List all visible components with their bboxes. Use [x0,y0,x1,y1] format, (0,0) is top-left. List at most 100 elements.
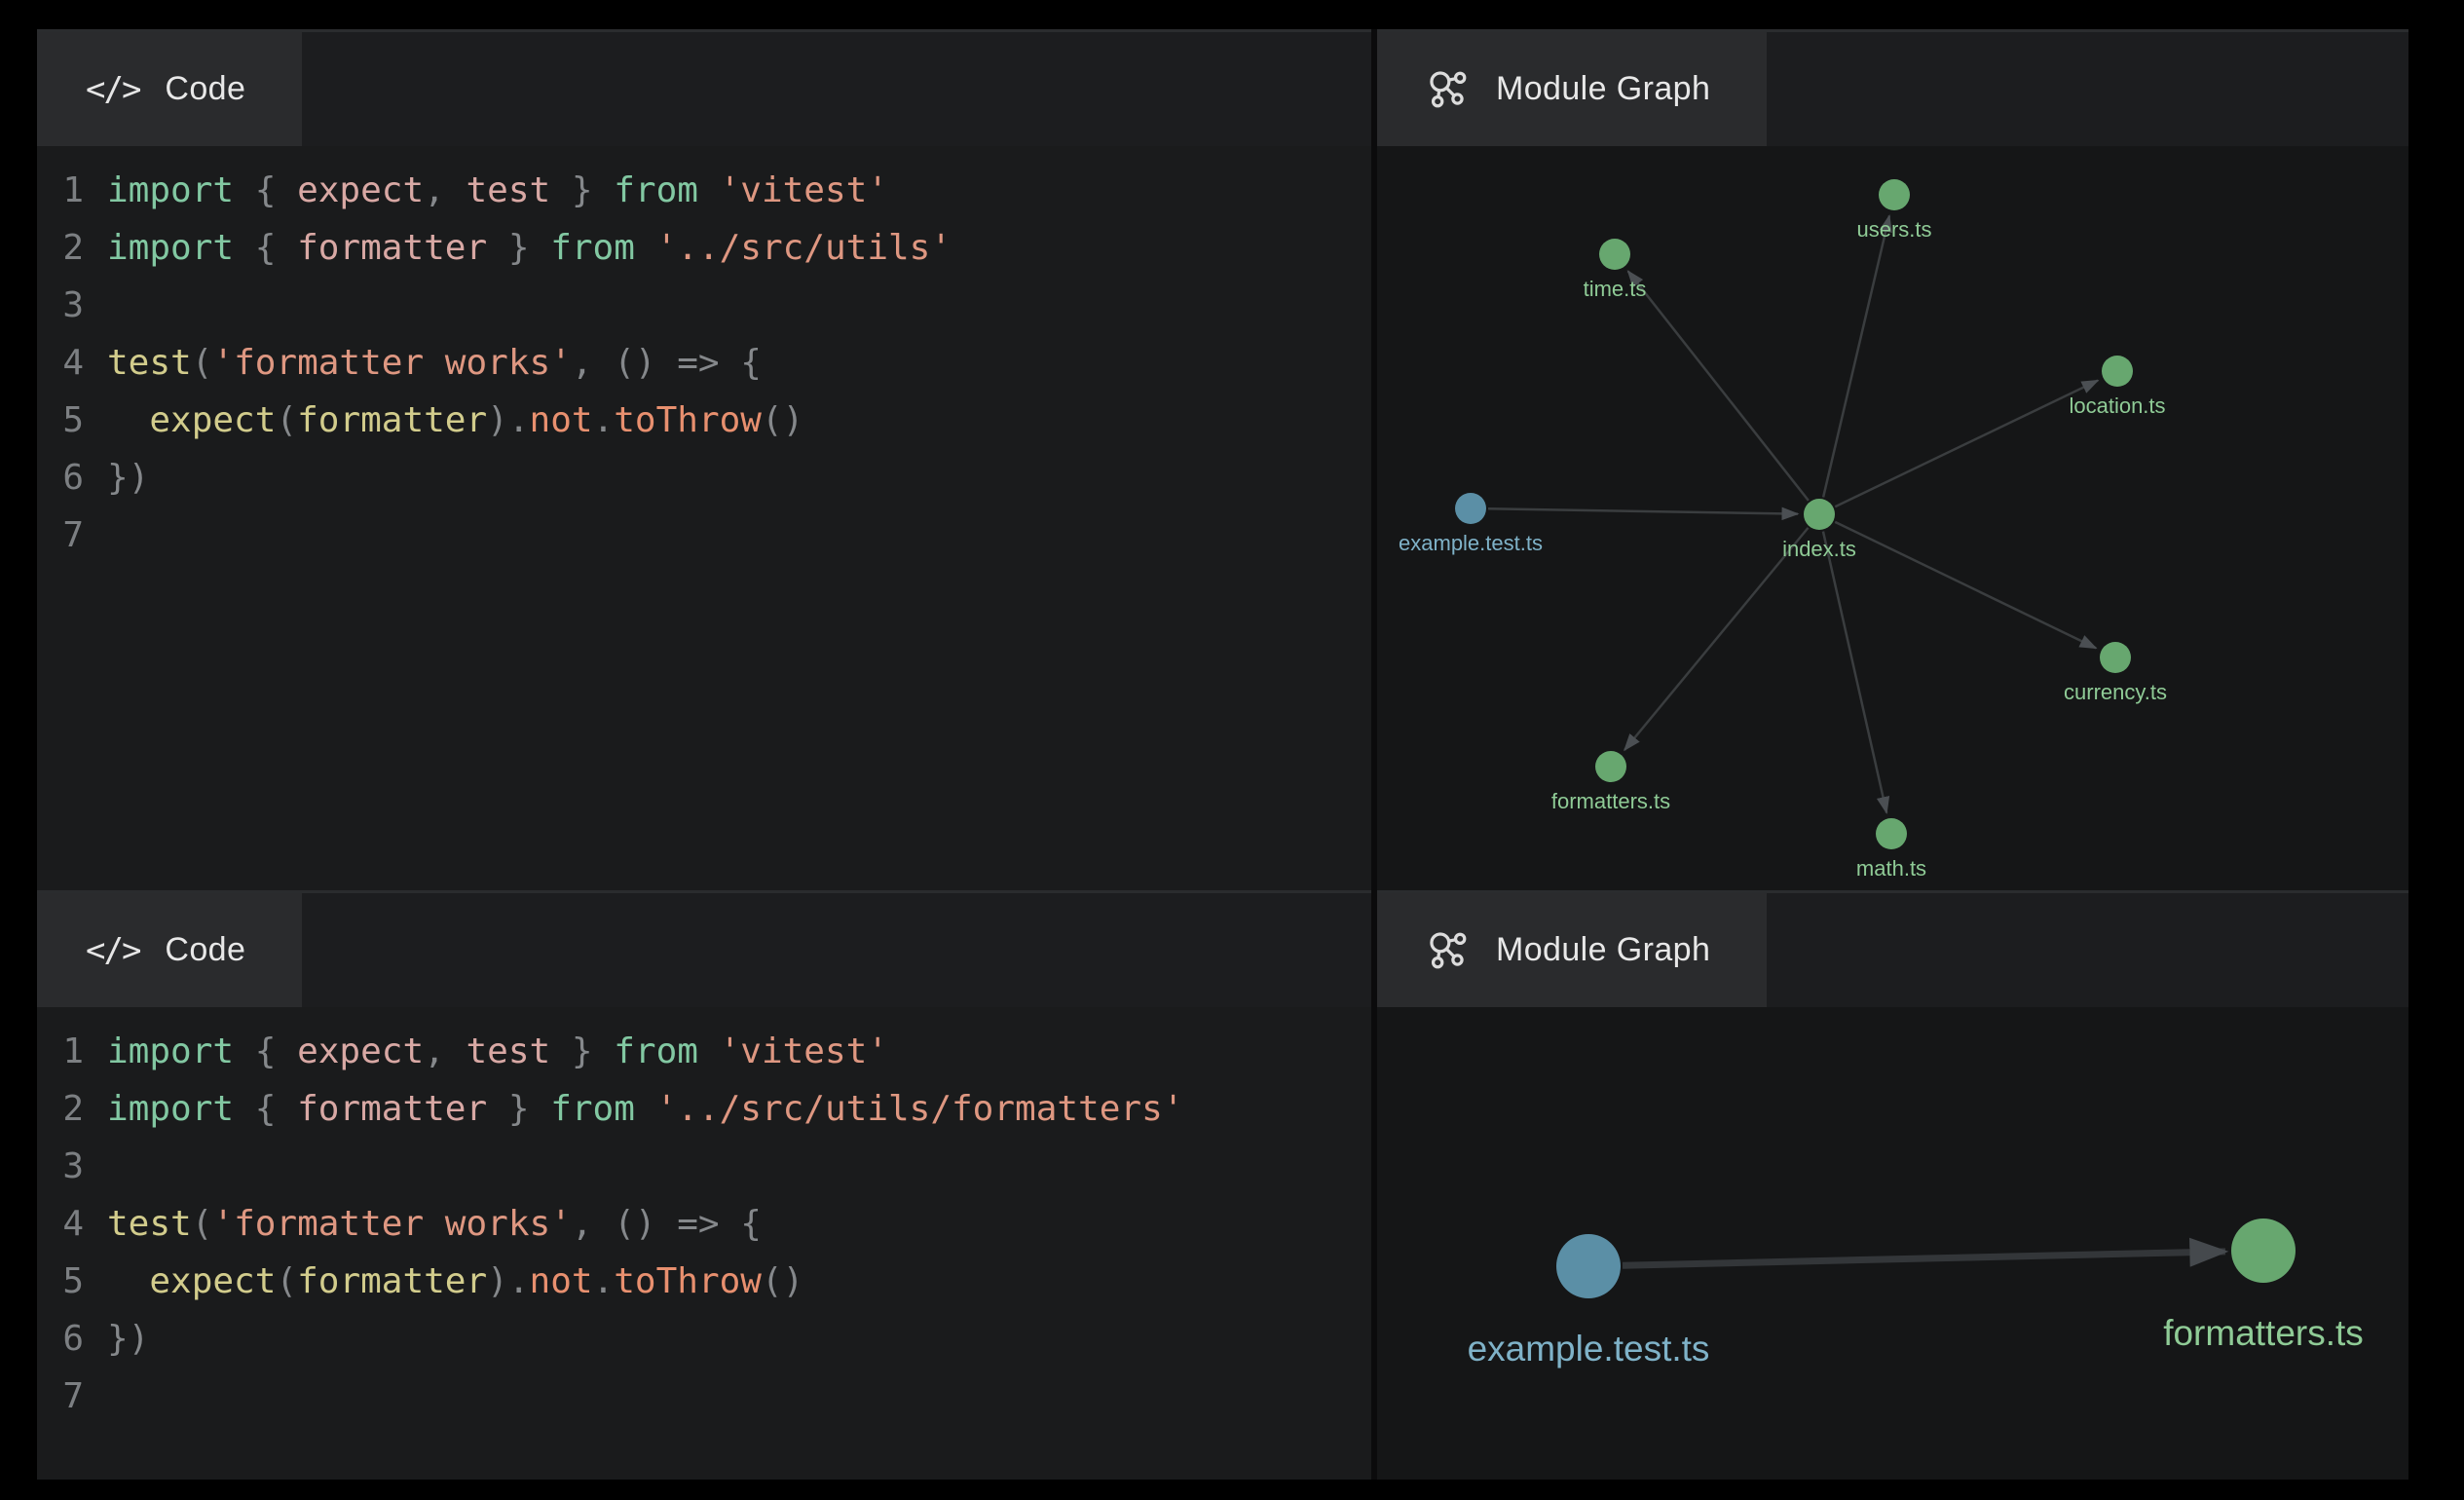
module-graph-icon [1426,928,1471,973]
code-token: test [107,1195,192,1253]
code-line: 6}) [37,1310,1371,1368]
code-token: toThrow [614,1253,762,1310]
code-token: import [107,162,234,219]
top-row: </> Code 1import { expect, test } from '… [37,29,2408,890]
code-token: }) [107,1310,149,1368]
code-line: 6}) [37,449,1371,506]
line-number: 1 [37,1023,84,1080]
code-line: 2import { formatter } from '../src/utils… [37,1080,1371,1138]
code-token: expect [149,392,276,449]
code-token: from [550,219,635,277]
code-token [107,1253,149,1310]
graph-node-location.ts[interactable] [2102,356,2133,387]
code-token: 'formatter works' [212,1195,571,1253]
tab-code-top[interactable]: </> Code [37,32,302,146]
code-token: toThrow [614,392,762,449]
graph-edge-index.ts-to-math.ts [1823,532,1886,813]
tab-module-graph-top[interactable]: Module Graph [1377,32,1767,146]
graph-edge-index.ts-to-formatters.ts [1624,528,1809,750]
tab-label-code: Code [165,70,245,108]
code-token: } [550,1023,614,1080]
graph-edge-index.ts-to-time.ts [1628,271,1809,501]
graph-node-formatters.ts[interactable] [2231,1219,2296,1283]
module-graph-canvas-top[interactable]: example.test.tsindex.tsusers.tstime.tslo… [1377,146,2408,890]
line-number: 1 [37,162,84,219]
bottom-row: </> Code 1import { expect, test } from '… [37,890,2408,1480]
code-tab-bar-top: </> Code [37,29,1371,146]
code-line: 7 [37,506,1371,564]
code-token: , [424,1023,466,1080]
code-line: 2import { formatter } from '../src/utils… [37,219,1371,277]
line-number: 4 [37,334,84,392]
code-token: () [762,392,803,449]
code-token: test [466,1023,550,1080]
code-token: formatter [297,392,487,449]
code-token: formatter [297,219,487,277]
code-token: from [614,162,698,219]
code-icon: </> [86,931,139,970]
line-number: 5 [37,392,84,449]
code-panel-bottom: </> Code 1import { expect, test } from '… [37,890,1371,1480]
graph-node-index.ts[interactable] [1804,499,1835,530]
module-graph-canvas-bottom[interactable]: example.test.ts formatters.ts [1377,1007,2408,1480]
code-token: ). [487,1253,529,1310]
graph-edge-example.test.ts-to-formatters.ts [1623,1252,2225,1265]
graph-edge-example.test.ts-to-index.ts [1488,508,1798,513]
graph-node-formatters.ts[interactable] [1595,751,1626,782]
code-token: '../src/utils' [656,219,952,277]
code-line: 5 expect(formatter).not.toThrow() [37,392,1371,449]
code-token: ( [192,334,213,392]
line-number: 4 [37,1195,84,1253]
code-token: } [550,162,614,219]
graph-node-label-formatters.ts: formatters.ts [2163,1313,2364,1353]
code-token [635,219,656,277]
code-token: { [234,219,297,277]
code-token: { [234,162,297,219]
tab-label-module-graph: Module Graph [1496,70,1710,108]
code-token: } [487,219,550,277]
code-editor-top[interactable]: 1import { expect, test } from 'vitest'2i… [37,146,1371,890]
line-number: 3 [37,1138,84,1195]
code-token: expect [297,1023,424,1080]
line-number: 2 [37,1080,84,1138]
graph-node-example.test.ts[interactable] [1455,493,1486,524]
code-token: expect [149,1253,276,1310]
code-editor-bottom[interactable]: 1import { expect, test } from 'vitest'2i… [37,1007,1371,1480]
code-token: 'vitest' [720,162,888,219]
code-token: }) [107,449,149,506]
code-token: ( [276,392,297,449]
code-token: expect [297,162,424,219]
graph-node-example.test.ts[interactable] [1556,1234,1621,1298]
code-token: 'formatter works' [212,334,571,392]
code-token: . [593,1253,615,1310]
graph-node-label-currency.ts: currency.ts [2064,680,2167,704]
graph-tab-bar-top: Module Graph [1377,29,2408,146]
code-token: , () => { [572,334,762,392]
graph-node-time.ts[interactable] [1599,239,1630,270]
graph-node-label-users.ts: users.ts [1856,217,1931,242]
line-number: 5 [37,1253,84,1310]
tab-label-module-graph: Module Graph [1496,931,1710,969]
vitest-ui-screenshot: </> Code 1import { expect, test } from '… [0,0,2464,1500]
graph-node-label-formatters.ts: formatters.ts [1551,789,1670,813]
panels-grid: </> Code 1import { expect, test } from '… [37,29,2408,1480]
tab-code-bottom[interactable]: </> Code [37,893,302,1007]
code-token: test [466,162,550,219]
module-graph-icon [1426,67,1471,112]
tab-module-graph-bottom[interactable]: Module Graph [1377,893,1767,1007]
line-number: 6 [37,1310,84,1368]
graph-node-label-example.test.ts: example.test.ts [1468,1329,1710,1369]
code-token: () [762,1253,803,1310]
graph-node-math.ts[interactable] [1876,818,1907,849]
module-graph-panel-top: Module Graph example.test.tsindex.tsuser… [1377,29,2408,890]
code-line: 4test('formatter works', () => { [37,334,1371,392]
code-token: } [487,1080,550,1138]
code-token [698,1023,720,1080]
code-line: 3 [37,277,1371,334]
line-number: 7 [37,1368,84,1425]
code-line: 7 [37,1368,1371,1425]
graph-node-currency.ts[interactable] [2100,642,2131,673]
code-token: ( [276,1253,297,1310]
graph-node-users.ts[interactable] [1879,179,1910,210]
code-panel-top: </> Code 1import { expect, test } from '… [37,29,1371,890]
